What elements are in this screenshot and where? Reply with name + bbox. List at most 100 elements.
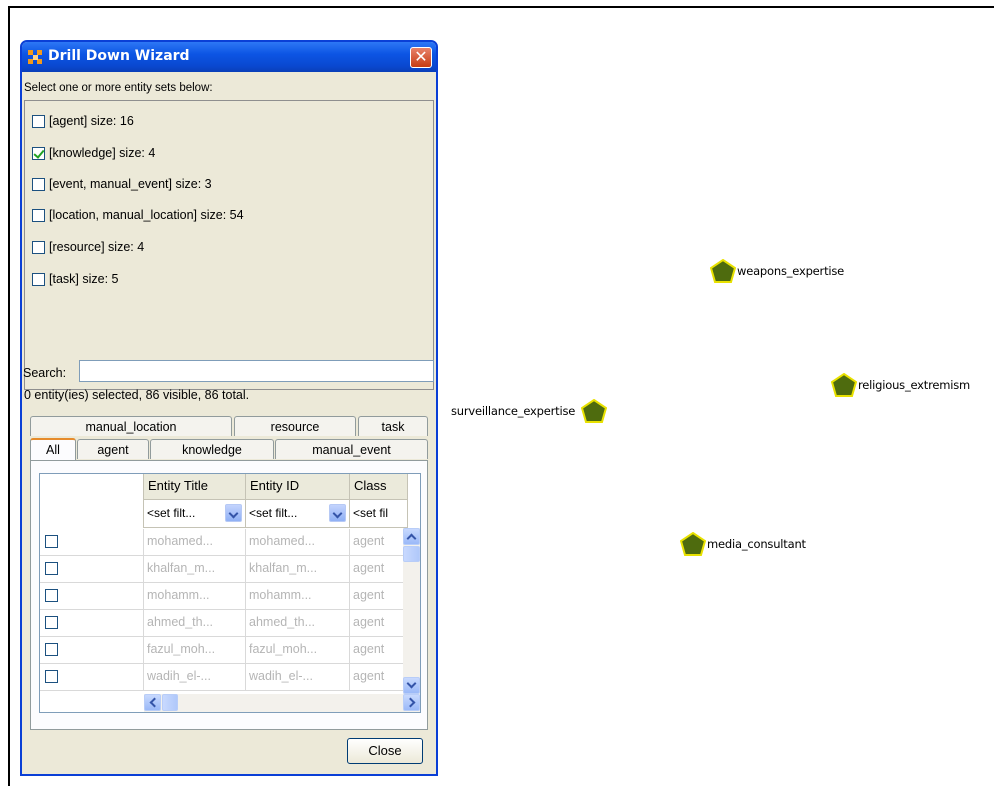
scroll-down-icon[interactable] <box>403 677 420 694</box>
checkbox[interactable] <box>32 114 45 128</box>
table-row[interactable]: fazul_moh... fazul_moh... agent <box>40 637 408 664</box>
cell-class: agent <box>350 664 408 691</box>
tab-all[interactable]: All <box>30 438 76 460</box>
app-icon <box>28 50 42 64</box>
graph-node-weapons-expertise[interactable]: weapons_expertise <box>710 259 844 283</box>
cell-entity-id: mohamed... <box>246 529 350 556</box>
tab-manual-location[interactable]: manual_location <box>30 416 232 436</box>
scroll-left-icon[interactable] <box>144 694 161 711</box>
checkbox[interactable] <box>32 272 45 286</box>
cell-entity-title: mohamm... <box>144 583 246 610</box>
cell-entity-id: ahmed_th... <box>246 610 350 637</box>
node-label: weapons_expertise <box>737 264 845 278</box>
scroll-up-icon[interactable] <box>403 528 420 545</box>
tab-agent[interactable]: agent <box>77 439 149 459</box>
scroll-thumb[interactable] <box>403 546 420 562</box>
checkbox-checked[interactable] <box>32 146 45 160</box>
cell-entity-title: khalfan_m... <box>144 556 246 583</box>
cell-class: agent <box>350 610 408 637</box>
checkbox[interactable] <box>32 177 45 191</box>
row-select-cell[interactable] <box>40 637 144 664</box>
entity-set-label: [resource] size: 4 <box>49 240 145 254</box>
filter-class[interactable]: <set fil <box>350 500 408 528</box>
title-bar[interactable]: Drill Down Wizard ✕ <box>22 42 436 72</box>
cell-entity-title: fazul_moh... <box>144 637 246 664</box>
filter-text: <set filt... <box>249 506 298 520</box>
row-select-cell[interactable] <box>40 664 144 691</box>
select-column-header <box>40 474 144 528</box>
filter-entity-title[interactable]: <set filt... <box>144 500 246 528</box>
graph-node-religious-extremism[interactable]: religious_extremism <box>831 373 970 397</box>
entity-set-location[interactable]: [location, manual_location] size: 54 <box>32 206 244 224</box>
checkbox[interactable] <box>45 670 58 683</box>
column-header-entity-title[interactable]: Entity Title <box>144 474 246 500</box>
cell-entity-id: mohamm... <box>246 583 350 610</box>
node-label: surveillance_expertise <box>451 404 576 418</box>
filter-text: <set fil <box>353 506 389 520</box>
cell-entity-id: fazul_moh... <box>246 637 350 664</box>
row-select-cell[interactable] <box>40 583 144 610</box>
checkbox[interactable] <box>45 562 58 575</box>
search-label: Search: <box>23 366 67 380</box>
scroll-right-icon[interactable] <box>403 694 420 711</box>
entity-set-label: [knowledge] size: 4 <box>49 146 156 160</box>
entity-set-knowledge[interactable]: [knowledge] size: 4 <box>32 144 155 162</box>
cell-entity-title: wadih_el-... <box>144 664 246 691</box>
node-label: media_consultant <box>707 537 806 551</box>
cell-class: agent <box>350 637 408 664</box>
table-row[interactable]: mohamed... mohamed... agent <box>40 529 408 556</box>
cell-class: agent <box>350 529 408 556</box>
checkbox[interactable] <box>45 535 58 548</box>
checkbox[interactable] <box>45 589 58 602</box>
tab-resource[interactable]: resource <box>234 416 356 436</box>
tab-knowledge[interactable]: knowledge <box>150 439 274 459</box>
entity-set-event[interactable]: [event, manual_event] size: 3 <box>32 175 212 193</box>
checkbox[interactable] <box>45 643 58 656</box>
table-row[interactable]: wadih_el-... wadih_el-... agent <box>40 664 408 691</box>
tab-panel-all: Entity Title Entity ID Class <set filt..… <box>30 460 428 730</box>
checkbox[interactable] <box>32 208 45 222</box>
cell-class: agent <box>350 556 408 583</box>
row-select-cell[interactable] <box>40 529 144 556</box>
pentagon-node-icon <box>710 259 736 283</box>
checkbox[interactable] <box>32 240 45 254</box>
column-header-class[interactable]: Class <box>350 474 408 500</box>
dialog-title: Drill Down Wizard <box>48 48 190 64</box>
filter-text: <set filt... <box>147 506 196 520</box>
graph-node-media-consultant[interactable]: media_consultant <box>680 532 806 556</box>
graph-node-surveillance-expertise[interactable]: surveillance_expertise <box>450 399 608 423</box>
cell-entity-id: wadih_el-... <box>246 664 350 691</box>
close-icon[interactable]: ✕ <box>410 47 432 68</box>
entity-set-agent[interactable]: [agent] size: 16 <box>32 112 134 130</box>
entity-set-label: [task] size: 5 <box>49 272 119 286</box>
table-row[interactable]: mohamm... mohamm... agent <box>40 583 408 610</box>
close-button[interactable]: Close <box>347 738 423 764</box>
table-row[interactable]: khalfan_m... khalfan_m... agent <box>40 556 408 583</box>
entity-set-label: [location, manual_location] size: 54 <box>49 208 244 222</box>
chevron-down-icon[interactable] <box>225 504 242 522</box>
instruction-text: Select one or more entity sets below: <box>24 82 213 94</box>
entity-table: Entity Title Entity ID Class <set filt..… <box>39 473 421 713</box>
search-input[interactable] <box>79 360 434 382</box>
table-row[interactable]: ahmed_th... ahmed_th... agent <box>40 610 408 637</box>
filter-entity-id[interactable]: <set filt... <box>246 500 350 528</box>
row-select-cell[interactable] <box>40 610 144 637</box>
entity-set-resource[interactable]: [resource] size: 4 <box>32 238 144 256</box>
node-label: religious_extremism <box>858 378 971 392</box>
column-header-entity-id[interactable]: Entity ID <box>246 474 350 500</box>
row-select-cell[interactable] <box>40 556 144 583</box>
pentagon-node-icon <box>831 373 857 397</box>
cell-entity-title: ahmed_th... <box>144 610 246 637</box>
entity-set-task[interactable]: [task] size: 5 <box>32 270 118 288</box>
tab-manual-event[interactable]: manual_event <box>275 439 428 459</box>
scroll-thumb[interactable] <box>162 694 178 711</box>
cell-entity-title: mohamed... <box>144 529 246 556</box>
entity-set-label: [event, manual_event] size: 3 <box>49 177 212 191</box>
tab-task[interactable]: task <box>358 416 428 436</box>
vertical-scrollbar[interactable] <box>403 528 420 694</box>
pentagon-node-icon <box>581 399 608 423</box>
cell-entity-id: khalfan_m... <box>246 556 350 583</box>
horizontal-scrollbar[interactable] <box>144 694 420 712</box>
chevron-down-icon[interactable] <box>329 504 346 522</box>
checkbox[interactable] <box>45 616 58 629</box>
